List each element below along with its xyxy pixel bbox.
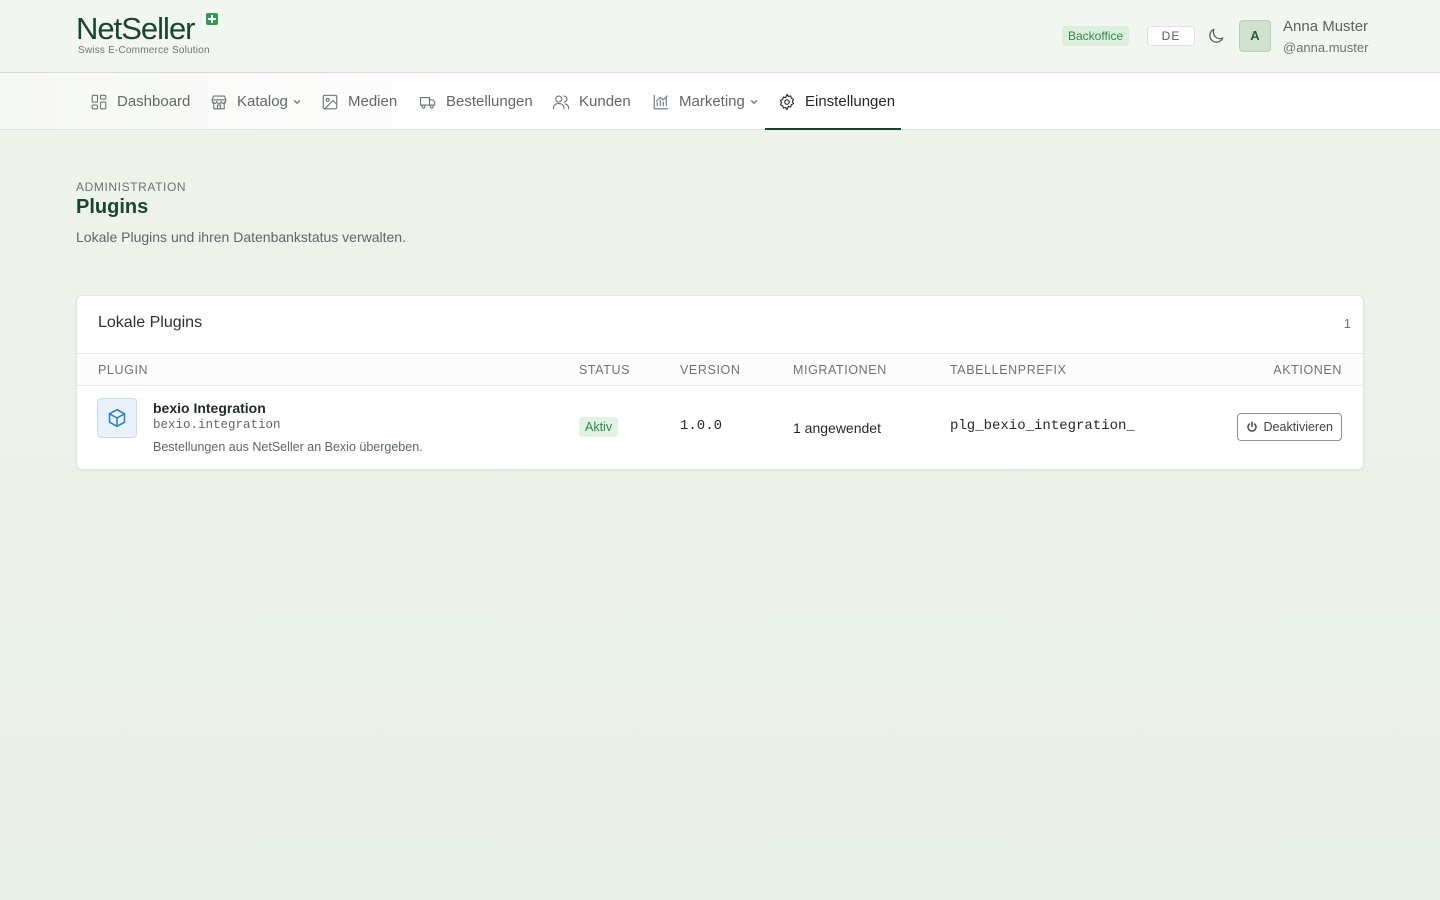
plugin-description: Bestellungen aus NetSeller an Bexio über… xyxy=(153,440,423,454)
nav-item-medien[interactable]: Medien xyxy=(321,73,397,130)
theme-toggle-button[interactable] xyxy=(1206,26,1226,46)
column-header-migrations: MIGRATIONEN xyxy=(793,363,887,377)
nav-label-bestellungen: Bestellungen xyxy=(446,93,533,110)
logo-wordmark: NetSeller xyxy=(76,11,196,46)
page-subtitle: Lokale Plugins und ihren Datenbankstatus… xyxy=(76,229,406,245)
plugin-icon-box xyxy=(97,398,137,438)
user-name[interactable]: Anna Muster xyxy=(1283,18,1368,35)
dashboard-icon xyxy=(91,94,107,109)
nav-label-kunden: Kunden xyxy=(579,93,631,110)
nav-item-kunden[interactable]: Kunden xyxy=(552,73,631,130)
nav-item-dashboard[interactable]: Dashboard xyxy=(90,73,190,130)
column-header-plugin: PLUGIN xyxy=(98,363,149,377)
package-icon xyxy=(108,408,126,428)
logo-name-part1: Net xyxy=(76,11,122,46)
nav-label-marketing: Marketing xyxy=(679,93,745,110)
column-header-version: VERSION xyxy=(680,363,741,377)
deactivate-button[interactable]: Deaktivieren xyxy=(1236,413,1342,441)
nav-label-einstellungen: Einstellungen xyxy=(805,93,896,110)
nav-label-medien: Medien xyxy=(348,93,398,110)
environment-badge: Backoffice xyxy=(1062,26,1130,46)
column-header-actions: AKTIONEN xyxy=(1273,363,1342,377)
local-plugins-card: Lokale Plugins 1 PLUGIN STATUS VERSION M… xyxy=(76,295,1364,470)
card-title: Lokale Plugins xyxy=(98,314,203,331)
plugin-id: bexio.integration xyxy=(153,418,281,432)
chart-icon xyxy=(653,94,669,109)
plugin-table-prefix: plg_bexio_integration_ xyxy=(950,418,1135,434)
table-header: PLUGIN STATUS VERSION MIGRATIONEN TABELL… xyxy=(77,353,1363,386)
plugin-version: 1.0.0 xyxy=(680,418,723,434)
column-header-table-prefix: TABELLENPREFIX xyxy=(950,363,1067,377)
user-handle: @anna.muster xyxy=(1283,40,1369,55)
plugin-count: 1 xyxy=(1343,316,1351,331)
netseller-logo[interactable]: NetSeller Swiss E-Commerce Solution xyxy=(76,12,226,58)
gear-icon xyxy=(779,93,795,110)
column-header-status: STATUS xyxy=(579,363,631,377)
main-navigation: Dashboard Katalog Medien Bestellungen Ku… xyxy=(0,73,1440,130)
nav-item-bestellungen[interactable]: Bestellungen xyxy=(419,73,533,130)
nav-label-dashboard: Dashboard xyxy=(117,93,191,110)
page-title: Plugins xyxy=(76,196,149,218)
plugin-name: bexio Integration xyxy=(153,400,266,416)
chevron-down-icon xyxy=(750,99,757,104)
chevron-down-icon xyxy=(293,99,300,104)
language-switcher[interactable]: DE xyxy=(1147,26,1195,46)
nav-item-einstellungen[interactable]: Einstellungen xyxy=(778,73,895,130)
users-icon xyxy=(552,94,570,109)
truck-icon xyxy=(419,96,436,109)
nav-label-katalog: Katalog xyxy=(237,93,288,110)
logo-plus-icon xyxy=(206,13,218,25)
status-badge: Aktiv xyxy=(579,417,619,437)
power-icon xyxy=(1246,421,1257,432)
image-icon xyxy=(322,94,338,109)
nav-active-indicator xyxy=(765,128,901,130)
page-eyebrow: ADMINISTRATION xyxy=(76,180,187,194)
table-row: bexio Integration bexio.integration Best… xyxy=(77,386,1363,470)
nav-item-marketing[interactable]: Marketing xyxy=(652,73,759,130)
nav-item-katalog[interactable]: Katalog xyxy=(210,73,302,130)
plugin-migrations: 1 angewendet xyxy=(793,420,881,436)
logo-tagline: Swiss E-Commerce Solution xyxy=(78,45,210,56)
moon-icon xyxy=(1209,28,1224,43)
logo-name-part2: Seller xyxy=(121,11,195,46)
deactivate-button-label: Deaktivieren xyxy=(1263,420,1333,434)
top-header: NetSeller Swiss E-Commerce Solution Back… xyxy=(0,0,1440,73)
avatar[interactable]: A xyxy=(1239,20,1271,52)
store-icon xyxy=(211,94,227,109)
